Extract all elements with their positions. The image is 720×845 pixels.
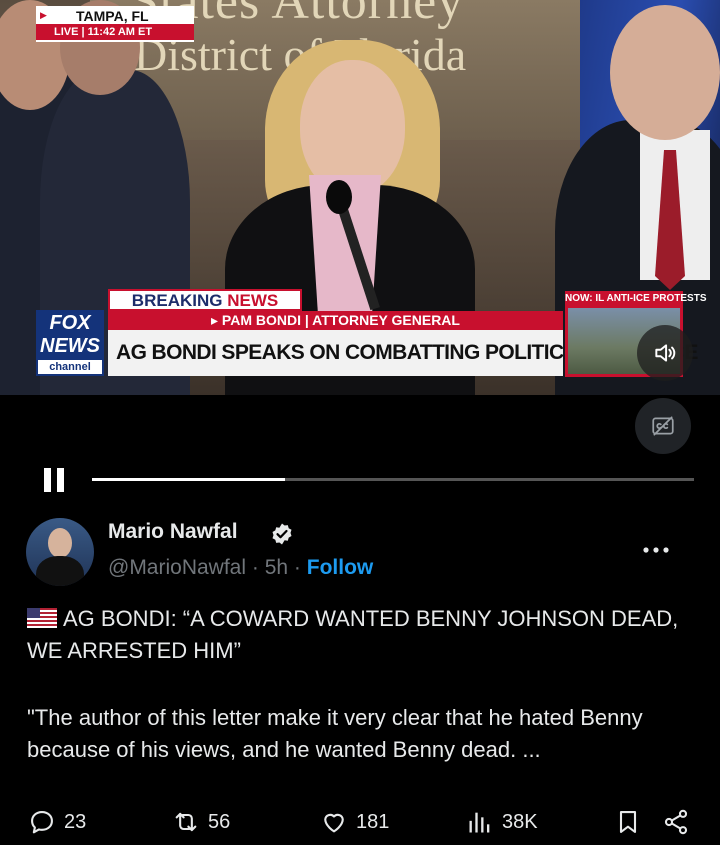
post-headline-text: AG BONDI: “A COWARD WANTED BENNY JOHNSON… [27,606,679,663]
reply-button[interactable]: 23 [28,808,86,836]
avatar[interactable] [26,518,94,586]
bookmark-icon [619,811,637,833]
views-bar-chart-icon [469,812,490,833]
views-button[interactable]: 38K [466,808,538,836]
follow-button[interactable]: Follow [307,556,374,579]
post-body: "The author of this letter make it very … [27,705,643,762]
pause-icon-bar [57,468,64,492]
repost-icon [175,812,197,832]
reply-icon [31,811,53,834]
post-age[interactable]: 5h [265,556,288,579]
fox-news-logo: FOX NEWS channel [36,310,104,376]
more-options-icon[interactable] [640,538,672,562]
us-flag-icon [27,608,57,628]
captions-off-icon [652,416,674,436]
breaking-news-tag: BREAKING NEWS [108,289,302,311]
post-headline: AG BONDI: “A COWARD WANTED BENNY JOHNSON… [27,603,697,667]
share-button[interactable] [662,808,698,836]
video-player[interactable]: States Attorney District of Florida ▶ TA… [0,0,720,395]
live-badge: LIVE | 11:42 AM ET [36,24,194,40]
official-right-head [610,5,720,140]
live-time: 11:42 AM ET [87,26,153,38]
headline-bar: AG BONDI SPEAKS ON COMBATTING POLITICAL … [108,330,698,376]
microphone [326,180,352,214]
post-meta: @MarioNawfal · 5h · Follow [108,556,373,580]
now-inset-title: NOW: IL ANTI-ICE PROTESTS [565,293,707,304]
bookmark-button[interactable] [614,808,650,836]
live-label: LIVE [54,26,79,38]
meta-separator: · [251,556,259,579]
view-count: 38K [502,810,538,833]
meta-separator-2: · [293,556,301,579]
speaker-name-title: ▸ PAM BONDI | ATTORNEY GENERAL [211,312,460,328]
volume-button[interactable] [637,325,693,381]
fox-logo-line1: FOX [49,312,91,334]
author-name[interactable]: Mario Nawfal [108,520,238,544]
fox-logo-line2: NEWS [40,335,100,357]
fox-logo-channel: channel [38,360,102,374]
video-progress-fill [92,478,285,481]
like-count: 181 [356,810,390,833]
author-handle[interactable]: @MarioNawfal [108,556,246,579]
heart-icon [324,813,344,833]
like-button[interactable]: 181 [320,808,389,836]
name-bar: ▸ PAM BONDI | ATTORNEY GENERAL [108,311,563,330]
captions-button[interactable] [635,398,691,454]
volume-icon [655,344,676,362]
share-icon [664,809,688,835]
speaker-face [300,60,405,195]
play-triangle-icon: ▶ [40,10,47,20]
location-city: TAMPA, FL [76,8,149,24]
reply-count: 23 [64,810,87,833]
verified-badge-icon [272,523,292,545]
video-progress-bar[interactable] [92,478,694,481]
pause-button[interactable] [40,466,68,494]
repost-count: 56 [208,810,231,833]
pause-icon [44,468,51,492]
location-bug: ▶ TAMPA, FL LIVE | 11:42 AM ET [36,6,194,42]
repost-button[interactable]: 56 [172,808,230,836]
news-word: NEWS [227,291,279,310]
breaking-word: BREAKING [131,291,223,310]
